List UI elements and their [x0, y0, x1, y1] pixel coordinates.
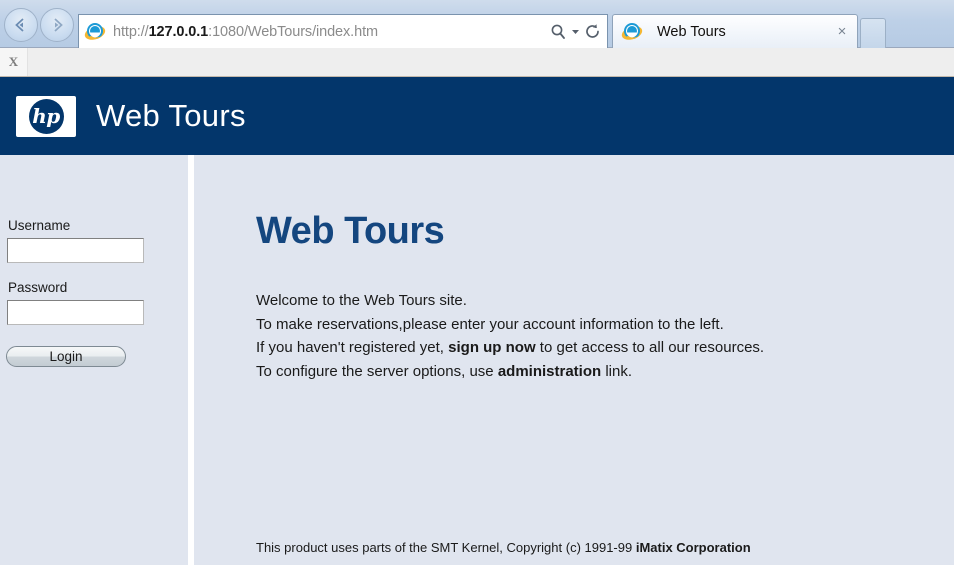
browser-tab[interactable]: Web Tours × — [612, 14, 858, 48]
footer-company: iMatix Corporation — [635, 540, 751, 555]
address-bar[interactable]: http://127.0.0.1:1080/WebTours/index.htm — [78, 14, 608, 48]
password-input[interactable] — [7, 300, 144, 325]
welcome-text: Welcome to the Web Tours site. To make r… — [256, 289, 954, 383]
tab-title: Web Tours — [657, 23, 726, 40]
page-content: hp Web Tours Username Password Login Web… — [0, 77, 954, 565]
back-button[interactable] — [4, 8, 38, 42]
command-bar: X — [0, 48, 954, 77]
page-title: Web Tours — [256, 210, 445, 252]
username-label: Username — [8, 218, 71, 233]
url-scheme: http:// — [113, 23, 149, 40]
content-area: Username Password Login Web Tours Welcom… — [0, 155, 954, 565]
new-tab-button[interactable] — [860, 18, 886, 48]
footer-text: This product uses parts of the SMT Kerne… — [256, 540, 636, 555]
tab-close-icon[interactable]: × — [833, 23, 851, 41]
hp-logo-text: hp — [28, 98, 64, 134]
browser-chrome: http://127.0.0.1:1080/WebTours/index.htm — [0, 0, 954, 48]
url-path: :1080/WebTours/index.htm — [208, 23, 378, 40]
welcome-line-3: If you haven't registered yet, sign up n… — [256, 336, 954, 360]
welcome-line-1: Welcome to the Web Tours site. — [256, 292, 467, 309]
footer-note: This product uses parts of the SMT Kerne… — [256, 540, 751, 555]
login-button[interactable]: Login — [6, 346, 126, 367]
command-bar-close-icon[interactable]: X — [0, 48, 28, 76]
internet-explorer-icon — [84, 21, 106, 43]
banner-title: Web Tours — [96, 98, 246, 133]
welcome-line-4-suffix: link. — [601, 362, 633, 380]
url-text: http://127.0.0.1:1080/WebTours/index.htm — [113, 24, 550, 40]
username-input[interactable] — [7, 238, 144, 263]
tab-favicon-internet-explorer-icon — [621, 21, 643, 43]
url-host: 127.0.0.1 — [148, 23, 209, 40]
search-icon[interactable] — [550, 23, 567, 40]
administration-link[interactable]: administration — [498, 363, 601, 380]
welcome-line-2: To make reservations,please enter your a… — [256, 315, 724, 333]
address-bar-icons — [550, 23, 603, 40]
welcome-line-3-suffix: to get access to all our resources. — [535, 339, 765, 356]
navigation-buttons — [4, 8, 74, 42]
refresh-icon[interactable] — [584, 23, 601, 40]
password-label: Password — [8, 280, 68, 295]
login-sidebar: Username Password Login — [0, 155, 188, 565]
hp-logo-icon: hp — [16, 95, 76, 137]
main-panel: Web Tours Welcome to the Web Tours site.… — [194, 155, 954, 565]
chevron-down-icon[interactable] — [570, 26, 581, 37]
welcome-line-4-prefix: To configure the server options, use — [256, 362, 498, 380]
site-banner: hp Web Tours — [0, 77, 954, 155]
sign-up-now-link[interactable]: sign up now — [448, 339, 536, 356]
welcome-line-4: To configure the server options, use adm… — [256, 360, 954, 384]
forward-button[interactable] — [40, 8, 74, 42]
welcome-line-3-prefix: If you haven't registered yet, — [256, 339, 449, 356]
